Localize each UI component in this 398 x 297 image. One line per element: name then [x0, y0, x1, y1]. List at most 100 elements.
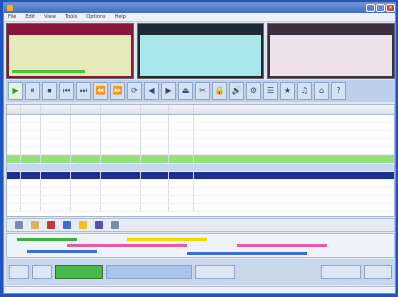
- deck-b[interactable]: [136, 23, 265, 79]
- tool-button[interactable]: [47, 221, 57, 229]
- table-cell: [169, 195, 194, 204]
- table-row[interactable]: [7, 123, 394, 132]
- column-header[interactable]: [141, 105, 169, 114]
- action-button[interactable]: [9, 265, 29, 279]
- transport-button[interactable]: ⟳: [127, 82, 142, 100]
- table-cell: [194, 123, 394, 130]
- column-header[interactable]: [21, 105, 41, 114]
- table-cell: [169, 123, 194, 131]
- table-cell: [101, 187, 141, 195]
- menu-file[interactable]: File: [8, 13, 16, 21]
- table-cell: [21, 131, 41, 139]
- menu-options[interactable]: Options: [86, 13, 105, 21]
- transport-button[interactable]: ☰: [263, 82, 278, 100]
- tool-button[interactable]: [15, 221, 25, 229]
- table-cell: [7, 147, 21, 155]
- table-row[interactable]: [7, 147, 394, 156]
- table-cell: [194, 196, 394, 203]
- deck-c[interactable]: [267, 23, 395, 79]
- table-cell: [41, 195, 71, 204]
- timeline-track[interactable]: [237, 244, 327, 247]
- column-header[interactable]: [194, 105, 394, 114]
- table-row[interactable]: [7, 163, 394, 172]
- action-button[interactable]: [321, 265, 361, 279]
- menu-view[interactable]: View: [44, 13, 56, 21]
- table-cell: [71, 179, 101, 187]
- close-button[interactable]: ✕: [386, 4, 395, 12]
- menu-edit[interactable]: Edit: [25, 13, 35, 21]
- transport-toolbar: ▶ ⏸ ⏹ ⏮ ⏭ ⏪ ⏩ ⟳ ◀ ▶ ⏏ ✂ 🔒 🔊 ⚙ ☰ ★ ♫ ⌂?: [6, 80, 395, 102]
- tool-button[interactable]: [63, 221, 73, 229]
- tool-button[interactable]: [111, 221, 121, 229]
- timeline-track[interactable]: [17, 238, 77, 241]
- transport-button[interactable]: ♫: [297, 82, 312, 100]
- column-header[interactable]: [169, 105, 194, 114]
- table-row[interactable]: [7, 139, 394, 148]
- table-cell: [7, 187, 21, 195]
- action-button[interactable]: [364, 265, 392, 279]
- table-cell: [101, 139, 141, 147]
- timeline-track[interactable]: [67, 244, 187, 247]
- deck-c-display: [270, 35, 393, 76]
- action-bar: [6, 259, 395, 285]
- main-action-button[interactable]: [106, 265, 192, 279]
- column-header[interactable]: [71, 105, 101, 114]
- table-cell: [194, 188, 394, 195]
- action-button[interactable]: [195, 265, 235, 279]
- table-cell: [21, 171, 41, 179]
- table-cell: [41, 187, 71, 195]
- transport-button[interactable]: ⚙: [246, 82, 261, 100]
- timeline-track[interactable]: [27, 250, 97, 253]
- action-button[interactable]: [32, 265, 52, 279]
- timeline[interactable]: [6, 233, 395, 258]
- deck-a[interactable]: [6, 23, 134, 79]
- table-row[interactable]: [7, 204, 394, 213]
- transport-button[interactable]: ⏹: [42, 82, 57, 100]
- menu-help[interactable]: Help: [115, 13, 126, 21]
- table-cell: [169, 147, 194, 155]
- maximize-button[interactable]: □: [376, 4, 385, 12]
- transport-button[interactable]: 🔒: [212, 82, 227, 100]
- transport-button[interactable]: ⏩: [110, 82, 125, 100]
- table-row[interactable]: [7, 155, 394, 164]
- transport-button[interactable]: ⌂: [314, 82, 329, 100]
- table-row[interactable]: [7, 131, 394, 140]
- transport-button[interactable]: ⏸: [25, 82, 40, 100]
- menu-tools[interactable]: Tools: [65, 13, 77, 21]
- transport-button[interactable]: ▶: [161, 82, 176, 100]
- play-button[interactable]: ▶: [8, 82, 23, 100]
- tool-button[interactable]: [95, 221, 105, 229]
- transport-button[interactable]: ?: [331, 82, 346, 100]
- table-cell: [169, 163, 194, 171]
- transport-button[interactable]: ⏏: [178, 82, 193, 100]
- table-row[interactable]: [7, 179, 394, 188]
- table-cell: [71, 147, 101, 155]
- timeline-track[interactable]: [187, 252, 307, 255]
- minimize-button[interactable]: _: [366, 4, 375, 12]
- transport-button[interactable]: ⏮: [59, 82, 74, 100]
- transport-button[interactable]: 🔊: [229, 82, 244, 100]
- table-row[interactable]: [7, 115, 394, 124]
- transport-button[interactable]: ★: [280, 82, 295, 100]
- column-header[interactable]: [41, 105, 71, 114]
- start-button[interactable]: [55, 265, 103, 279]
- transport-button[interactable]: ⏭: [76, 82, 91, 100]
- tool-button[interactable]: [79, 221, 89, 229]
- table-cell: [71, 131, 101, 139]
- tool-button[interactable]: [31, 221, 41, 229]
- table-row[interactable]: [7, 187, 394, 196]
- table-row[interactable]: [7, 171, 394, 180]
- column-header[interactable]: [7, 105, 21, 114]
- table-cell: [7, 195, 21, 204]
- table-cell: [141, 123, 169, 131]
- transport-button[interactable]: ✂: [195, 82, 210, 100]
- table-cell: [141, 195, 169, 204]
- table-row[interactable]: [7, 195, 394, 205]
- column-header[interactable]: [101, 105, 141, 114]
- table-cell: [141, 147, 169, 155]
- timeline-track[interactable]: [127, 238, 207, 241]
- transport-button[interactable]: ⏪: [93, 82, 108, 100]
- transport-button[interactable]: ◀: [144, 82, 159, 100]
- table-cell: [141, 179, 169, 187]
- table-cell: [194, 204, 394, 211]
